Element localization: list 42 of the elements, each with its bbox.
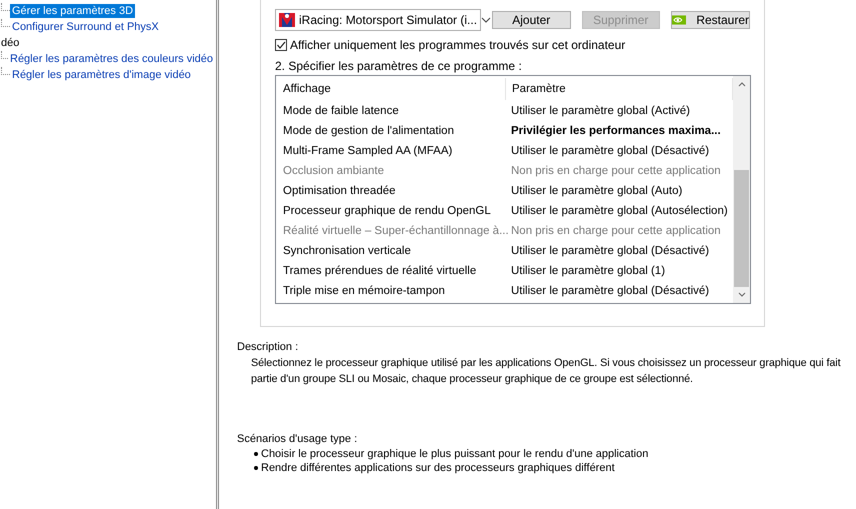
scroll-thumb[interactable]: [734, 170, 749, 287]
description-label: Description :: [237, 340, 300, 355]
scroll-down-icon[interactable]: [736, 292, 746, 298]
feature-cell[interactable]: Triple mise en mémoire-tampon: [276, 285, 505, 297]
bullet-icon: [254, 466, 258, 470]
setting-cell[interactable]: Utiliser le paramètre global (Désactivé): [505, 245, 733, 257]
eye-logo-icon: [672, 13, 686, 27]
action-button[interactable]: Ajouter: [492, 11, 570, 29]
column-header[interactable]: Affichage: [276, 78, 506, 100]
setting-cell[interactable]: Utiliser le paramètre global (Autosélection): [505, 205, 733, 217]
bullet-icon: [254, 452, 258, 456]
setting-cell[interactable]: Utiliser le paramètre global (1): [505, 265, 733, 277]
scenario-text: Choisir le processeur graphique le plus puissant pour le rendu d'une application: [261, 448, 648, 460]
setting-cell[interactable]: Utiliser le paramètre global (Désactivé): [505, 285, 733, 297]
feature-cell[interactable]: Mode de faible latence: [276, 105, 505, 117]
description-text: Sélectionnez le processeur graphique utilisé par les applications OpenGL. Si vous choisissez un processeur graphique qui fait partie d'un groupe SLI ou Mosaic, chaque processeur graphique de ce groupe est sélectionné.: [250, 356, 842, 387]
splitter-bar[interactable]: [216, 0, 219, 509]
section-heading: 2. Spécifier les paramètres de ce programme :: [275, 59, 523, 75]
feature-cell[interactable]: Processeur graphique de rendu OpenGL: [276, 205, 505, 217]
checkbox[interactable]: [275, 39, 287, 51]
feature-cell[interactable]: Mode de gestion de l'alimentation: [276, 125, 505, 137]
setting-cell[interactable]: Utiliser le paramètre global (Activé): [505, 105, 733, 117]
scroll-up-icon[interactable]: [736, 81, 746, 87]
setting-cell[interactable]: Privilégier les performances maxima...: [505, 125, 733, 137]
racing-logo-icon: [279, 13, 295, 27]
setting-cell[interactable]: Utiliser le paramètre global (Désactivé): [505, 145, 733, 157]
chevron-down-icon: [481, 17, 492, 23]
feature-cell[interactable]: Trames prérendues de réalité virtuelle: [276, 265, 505, 277]
tree-item[interactable]: Régler les paramètres des couleurs vidéo: [8, 52, 215, 66]
action-button[interactable]: Restaurer: [671, 11, 750, 29]
feature-cell[interactable]: Synchronisation verticale: [276, 245, 505, 257]
tree-item[interactable]: Régler les paramètres d'image vidéo: [10, 68, 193, 82]
scrollbar[interactable]: [733, 76, 750, 303]
checkbox-label: Afficher uniquement les programmes trouvés sur cet ordinateur: [290, 38, 626, 52]
setting-cell[interactable]: Utiliser le paramètre global (Auto): [505, 185, 733, 197]
tree-item[interactable]: Gérer les paramètres 3D: [10, 4, 136, 18]
tree-category[interactable]: déo: [0, 35, 20, 51]
feature-cell[interactable]: Multi-Frame Sampled AA (MFAA): [276, 145, 505, 157]
tree-item[interactable]: Configurer Surround et PhysX: [10, 20, 161, 34]
scenario-text: Rendre différentes applications sur des processeurs graphiques différent: [261, 462, 615, 474]
scenarios-label: Scénarios d'usage type :: [237, 432, 358, 447]
feature-cell[interactable]: Optimisation threadée: [276, 185, 505, 197]
